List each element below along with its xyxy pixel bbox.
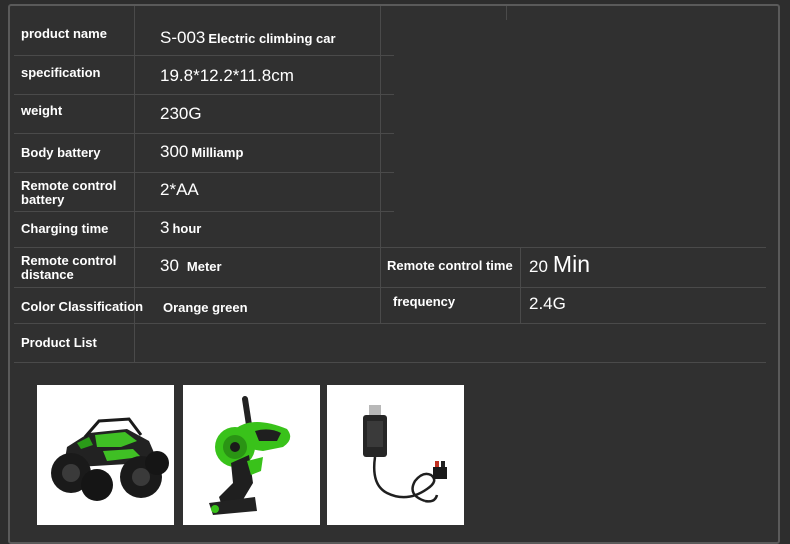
value-unit: Min — [552, 251, 590, 277]
product-thumb-remote — [183, 385, 320, 525]
value-specification: 19.8*12.2*11.8cm — [160, 66, 294, 85]
value-product-name: S-003 Electric climbing car — [160, 28, 336, 49]
rc-car-icon — [37, 385, 174, 525]
value-main: 300 — [160, 142, 189, 161]
value-suffix: hour — [172, 221, 202, 236]
product-thumb-charger — [327, 385, 464, 525]
value-suffix: Meter — [186, 259, 222, 274]
value-suffix: Electric climbing car — [208, 31, 336, 46]
usb-charger-icon — [327, 385, 464, 525]
row-divider — [14, 94, 394, 95]
label-remote-distance: Remote control distance — [21, 253, 117, 282]
label-product-name: product name — [21, 26, 107, 41]
value-main: 3 — [160, 218, 170, 237]
label-color-classification: Color Classification — [21, 299, 144, 314]
value-remote-battery: 2*AA — [160, 180, 199, 199]
value-charging-time: 3 hour — [160, 218, 201, 239]
product-thumb-car — [37, 385, 174, 525]
row-divider — [14, 133, 394, 134]
value-remote-control-time: 20 Min — [529, 251, 590, 277]
value-color-classification: Orange green — [163, 297, 248, 318]
row-divider — [14, 211, 394, 212]
value-remote-distance: 30 Meter — [160, 256, 222, 277]
row-divider — [14, 323, 766, 324]
value-main: S-003 — [160, 28, 206, 47]
label-weight: weight — [21, 103, 63, 118]
value-suffix: Orange green — [163, 300, 248, 315]
value-main: 20 — [529, 257, 548, 276]
label-charging-time: Charging time — [21, 221, 109, 236]
label-product-list: Product List — [21, 335, 97, 350]
label-specification: specification — [21, 65, 101, 80]
value-frequency: 2.4G — [529, 294, 566, 313]
value-main: 30 — [160, 256, 179, 275]
value-suffix: Milliamp — [191, 145, 244, 160]
remote-controller-icon — [183, 385, 320, 525]
column-divider — [506, 6, 507, 20]
label-remote-battery: Remote control battery — [21, 178, 117, 207]
row-divider — [14, 287, 766, 288]
row-divider — [14, 172, 394, 173]
row-divider — [14, 55, 394, 56]
label-body-battery: Body battery — [21, 145, 101, 160]
column-divider — [520, 247, 521, 323]
value-weight: 230G — [160, 104, 202, 123]
label-remote-control-time: Remote control time — [387, 258, 513, 273]
label-frequency: frequency — [393, 294, 456, 309]
row-divider — [14, 247, 766, 248]
column-divider — [380, 6, 381, 323]
row-divider — [14, 362, 766, 363]
value-body-battery: 300 Milliamp — [160, 142, 243, 163]
